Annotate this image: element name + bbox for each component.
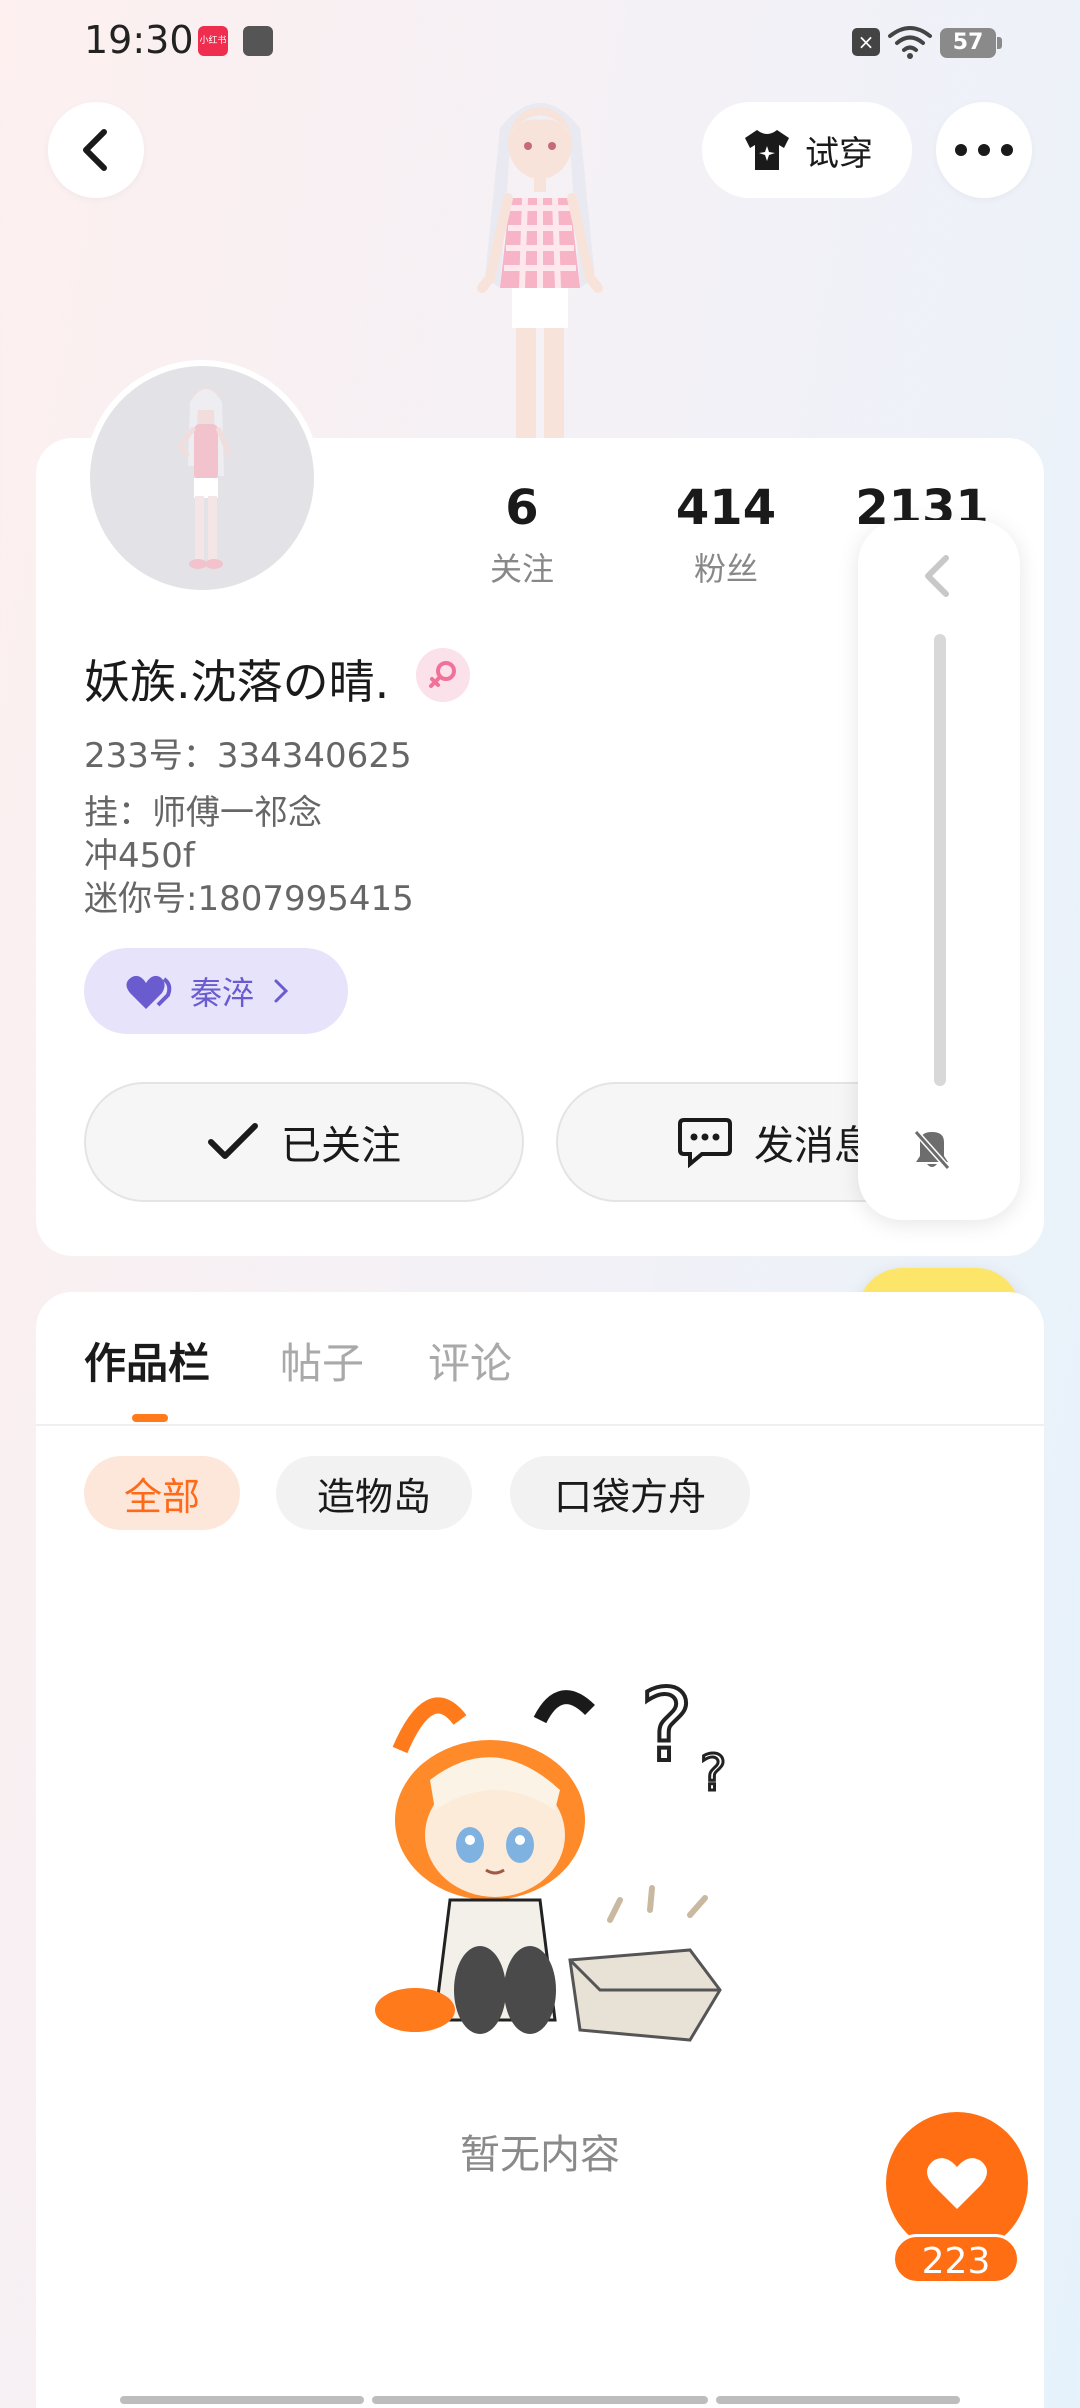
tab-posts[interactable]: 帖子 bbox=[280, 1330, 364, 1391]
try-on-button[interactable]: 试穿 bbox=[702, 102, 912, 198]
tshirt-icon bbox=[745, 130, 789, 170]
svg-text:?: ? bbox=[700, 1744, 727, 1802]
more-dots-icon bbox=[955, 144, 1013, 156]
followers-label: 粉丝 bbox=[693, 550, 758, 588]
volume-slider[interactable] bbox=[934, 634, 946, 1086]
try-on-label: 试穿 bbox=[805, 133, 873, 174]
like-count: 223 bbox=[892, 2234, 1020, 2284]
wifi-icon bbox=[888, 26, 932, 59]
battery-indicator: 57 bbox=[940, 28, 1002, 58]
chevron-right-icon bbox=[274, 979, 289, 1003]
tab-comments[interactable]: 评论 bbox=[428, 1330, 512, 1391]
check-icon bbox=[208, 1123, 258, 1159]
double-heart-icon bbox=[126, 975, 172, 1009]
filter-chip-all[interactable]: 全部 bbox=[84, 1456, 240, 1530]
scroll-indicator-2 bbox=[372, 2396, 708, 2404]
guild-label: 秦淬 bbox=[190, 974, 255, 1012]
filter-chip-pocket-ark[interactable]: 口袋方舟 bbox=[510, 1456, 750, 1530]
scroll-indicator-3 bbox=[716, 2396, 960, 2404]
chat-bubble-icon bbox=[678, 1118, 732, 1168]
heart-icon bbox=[927, 2158, 987, 2209]
send-message-label: 发消息 bbox=[754, 1123, 874, 1169]
stat-following[interactable]: 6 关注 bbox=[442, 478, 602, 590]
mute-icon[interactable] bbox=[912, 1128, 952, 1170]
followers-count: 414 bbox=[675, 480, 777, 536]
following-count: 6 bbox=[505, 480, 539, 536]
tab-active-indicator bbox=[132, 1414, 168, 1422]
avatar[interactable] bbox=[84, 360, 320, 596]
chevron-left-icon bbox=[83, 129, 107, 171]
tab-divider bbox=[36, 1424, 1044, 1426]
like-button[interactable] bbox=[886, 2112, 1028, 2254]
following-label: 关注 bbox=[489, 550, 554, 588]
app-notification-icon bbox=[243, 26, 273, 56]
female-gender-icon bbox=[416, 648, 470, 702]
filter-chip-creation-island[interactable]: 造物岛 bbox=[276, 1456, 472, 1530]
stat-followers[interactable]: 414 粉丝 bbox=[646, 478, 806, 590]
guild-badge[interactable]: 秦淬 bbox=[84, 948, 348, 1034]
avatar-figure-icon bbox=[176, 388, 233, 569]
tab-works[interactable]: 作品栏 bbox=[84, 1330, 210, 1391]
svg-text:?: ? bbox=[640, 1667, 693, 1784]
xiaohongshu-notification-icon: 小红书 bbox=[198, 26, 228, 56]
followed-label: 已关注 bbox=[281, 1123, 401, 1169]
status-time: 19:30 bbox=[84, 18, 194, 62]
back-button[interactable] bbox=[48, 102, 144, 198]
no-sim-icon: × bbox=[852, 28, 880, 56]
collapse-chevron-icon[interactable] bbox=[920, 554, 956, 598]
avatar-3d-character[interactable] bbox=[430, 88, 650, 438]
user-id: 233号：334340625 bbox=[84, 736, 412, 776]
bio: 挂：师傅一祁念 冲450f 迷你号:1807995415 bbox=[84, 793, 414, 919]
empty-state-illustration: ? ? bbox=[375, 1665, 728, 2042]
more-options-button[interactable] bbox=[936, 102, 1032, 198]
scroll-indicator-1 bbox=[120, 2396, 364, 2404]
nickname: 妖族.沈落の晴. bbox=[84, 655, 390, 709]
followed-button[interactable]: 已关注 bbox=[84, 1082, 524, 1202]
